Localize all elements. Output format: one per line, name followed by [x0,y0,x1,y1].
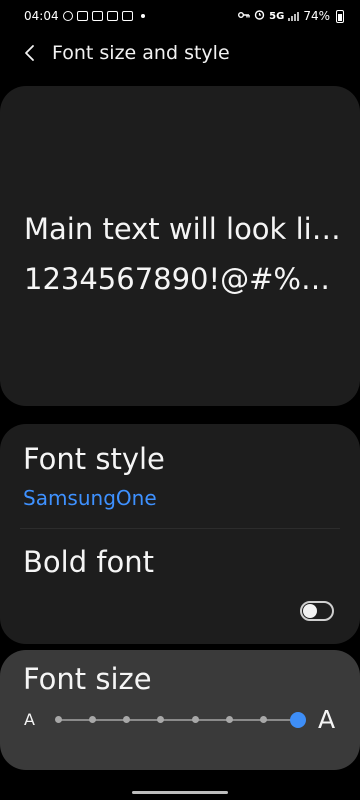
more-notifications-icon [140,14,145,18]
font-style-value: SamsungOne [23,486,157,510]
status-right: 5G 74% [238,9,344,23]
battery-icon [336,9,344,23]
bold-font-title: Bold font [23,545,155,579]
font-size-slider[interactable] [52,712,312,728]
slider-step[interactable] [123,716,131,723]
mail-icon [121,11,133,21]
preview-line-1: Main text will look like this. [24,212,344,246]
alarm-icon [254,9,265,23]
preview-line-2: 1234567890!@#%^&*() [24,262,344,296]
bold-font-row[interactable]: Bold font [0,529,360,644]
gallery-icon [91,11,103,21]
chevron-left-icon [25,45,34,61]
back-button[interactable] [10,33,50,73]
font-size-small-label: A [24,710,35,729]
key-icon [238,9,250,23]
font-size-title: Font size [23,662,152,696]
slider-step[interactable] [157,716,165,723]
status-left: 04:04 [24,9,145,23]
network-label: 5G [269,10,285,22]
toggle-knob [303,604,317,618]
preview-text: Main text will look like this. 123456789… [24,204,344,304]
options-card: Font style SamsungOne Bold font [0,424,360,644]
status-time: 04:04 [24,9,59,23]
battery-percent: 74% [303,9,330,23]
shield-icon [62,11,73,21]
slider-thumb[interactable] [290,712,306,728]
mail-icon [106,11,118,21]
app-bar: Font size and style [0,32,360,74]
font-size-card: Font size [0,650,360,770]
preview-card: Main text will look like this. 123456789… [0,86,360,406]
pay-icon [76,11,88,21]
font-style-title: Font style [23,442,165,476]
slider-step[interactable] [191,716,199,723]
slider-step[interactable] [225,716,233,723]
slider-step[interactable] [260,716,268,723]
signal-icon [288,11,300,21]
slider-step[interactable] [88,716,96,723]
home-indicator[interactable] [132,791,228,794]
bold-font-toggle[interactable] [300,601,334,621]
slider-step[interactable] [54,716,62,723]
font-style-row[interactable]: Font style SamsungOne [0,424,360,528]
page-title: Font size and style [52,42,230,64]
status-bar: 04:04 5G 74% [0,0,360,32]
font-size-large-label: A [318,705,336,734]
